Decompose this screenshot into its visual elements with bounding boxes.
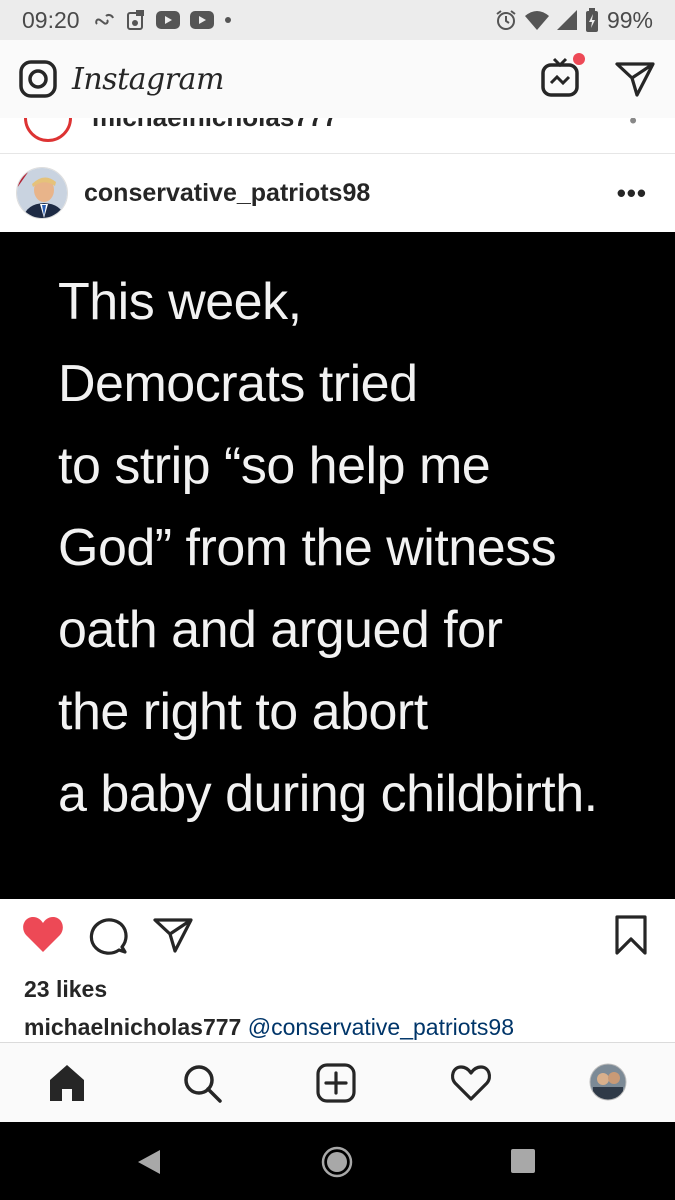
previous-post-username[interactable]: michaelnicholas777 (92, 118, 338, 133)
post-image-text-line: a baby during childbirth. (58, 765, 598, 823)
post-image-text-line: This week, (58, 273, 302, 331)
post-image-text-line: Democrats tried (58, 355, 418, 413)
caption-username[interactable]: michaelnicholas777 (24, 1014, 241, 1040)
header-actions (541, 52, 655, 102)
post-author-username[interactable]: conservative_patriots98 (84, 179, 370, 208)
home-circle-icon[interactable] (321, 1146, 353, 1178)
caption-mention-link[interactable]: @conservative_patriots98 (248, 1014, 514, 1040)
likes-count[interactable]: 23 likes (24, 976, 107, 1003)
post-image-text-line: the right to abort (58, 683, 428, 741)
search-icon[interactable] (182, 1063, 222, 1103)
back-icon[interactable] (136, 1148, 162, 1176)
previous-post-avatar[interactable] (24, 118, 72, 142)
profile-avatar[interactable] (589, 1063, 627, 1101)
android-nav-bar (0, 1122, 675, 1200)
igtv-button[interactable] (541, 52, 585, 102)
post-caption: michaelnicholas777 @conservative_patriot… (24, 1014, 514, 1041)
more-notifications-dot-icon (224, 17, 231, 23)
battery-icon (585, 8, 598, 32)
new-post-icon[interactable] (316, 1063, 356, 1103)
link-icon (94, 13, 114, 25)
battery-percent: 99% (606, 6, 653, 33)
post-image-text-line: oath and argued for (58, 601, 503, 659)
signal-icon (556, 10, 577, 30)
app-logo: Instagram (72, 61, 224, 97)
save-bookmark-icon[interactable] (615, 915, 647, 955)
wifi-icon (524, 11, 549, 30)
app-notification-icon (126, 10, 144, 30)
previous-post-footer: michaelnicholas777 • (0, 118, 675, 154)
like-heart-icon[interactable] (22, 915, 64, 953)
youtube-icon (189, 11, 214, 29)
share-icon[interactable] (153, 917, 193, 953)
post-image-text-line: God” from the witness (58, 519, 557, 577)
activity-icon[interactable] (450, 1064, 492, 1102)
post-actions (0, 899, 675, 973)
youtube-icon (155, 11, 180, 29)
alarm-icon (496, 10, 516, 30)
post-author-avatar[interactable] (16, 167, 68, 219)
direct-message-icon[interactable] (615, 60, 655, 98)
bottom-nav (0, 1042, 675, 1122)
more-options-icon[interactable]: ••• (617, 178, 647, 209)
notification-icons (94, 9, 232, 31)
previous-post-more-icon[interactable]: • (629, 118, 637, 134)
status-bar: 09:20 99% (0, 0, 675, 40)
post-image-text-line: to strip “so help me (58, 437, 491, 495)
status-time: 09:20 (22, 6, 80, 33)
app-header: Instagram (0, 40, 675, 118)
camera-icon[interactable] (18, 59, 58, 99)
home-icon[interactable] (47, 1063, 87, 1103)
recents-icon[interactable] (510, 1148, 536, 1174)
post-image[interactable]: This week, Democrats tried to strip “so … (0, 232, 675, 899)
post-header: conservative_patriots98 ••• (0, 154, 675, 232)
status-right: 99% (495, 7, 653, 34)
comment-icon[interactable] (88, 917, 128, 955)
igtv-notification-dot (573, 52, 585, 65)
